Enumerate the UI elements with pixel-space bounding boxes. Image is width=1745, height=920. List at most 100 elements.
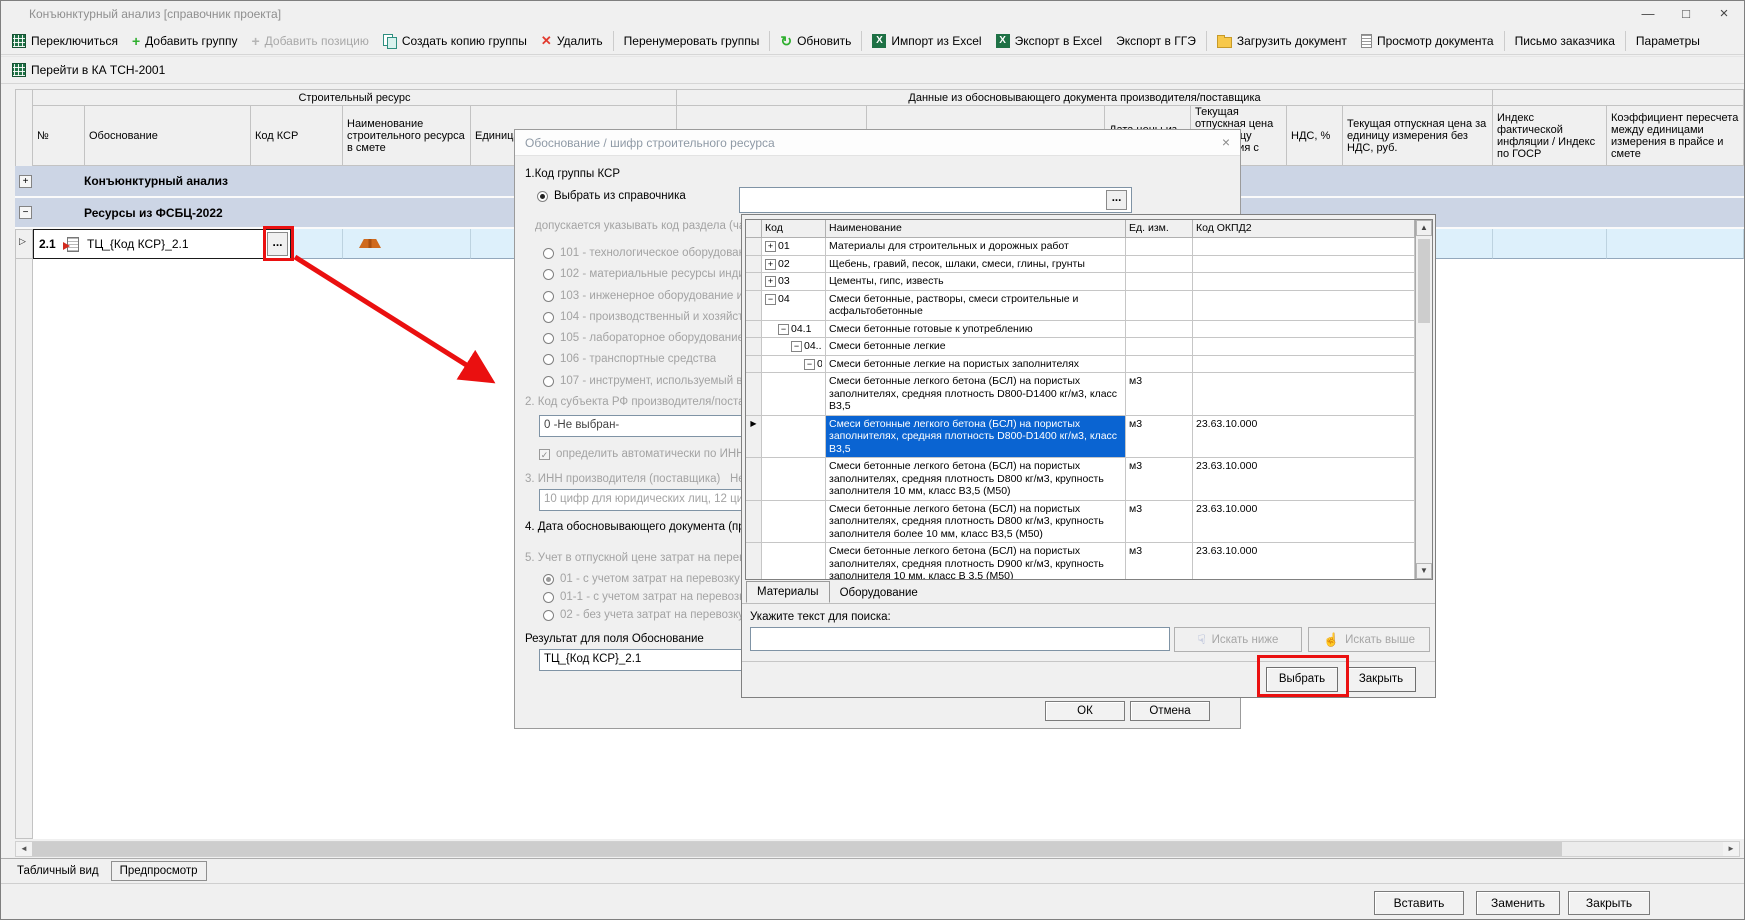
tree-row[interactable]: +01 Материалы для строительных и дорожны… xyxy=(746,238,1415,256)
tree-row[interactable]: Смеси бетонные легкого бетона (БСЛ) на п… xyxy=(746,543,1415,580)
expand-icon[interactable]: + xyxy=(765,259,776,270)
current-row-marker: ▷ xyxy=(19,236,26,247)
tree-row[interactable]: −04.1 Смеси бетонные готовые к употребле… xyxy=(746,321,1415,339)
tree-row[interactable]: −04 Смеси бетонные, растворы, смеси стро… xyxy=(746,291,1415,321)
dialog-close-icon[interactable]: × xyxy=(1222,134,1230,150)
expand-icon[interactable]: + xyxy=(765,276,776,287)
toolbar-export-gge-button[interactable]: Экспорт в ГГЭ xyxy=(1109,31,1203,51)
tree-row[interactable]: Смеси бетонные легкого бетона (БСЛ) на п… xyxy=(746,373,1415,416)
maximize-button[interactable]: □ xyxy=(1668,1,1704,26)
auto-detect-checkbox[interactable]: ✓ определить автоматически по ИНН xyxy=(539,448,744,460)
expand-icon[interactable]: + xyxy=(19,175,32,188)
justification-value[interactable]: ТЦ_{Код КСР}_2.1 xyxy=(87,237,267,251)
scroll-up-icon[interactable]: ▲ xyxy=(1416,220,1432,236)
radio-option-103[interactable]: 103 - инженерное оборудование индиви xyxy=(543,290,755,302)
scrollbar-thumb[interactable] xyxy=(32,842,1562,856)
tree-col-unit[interactable]: Ед. изм. xyxy=(1126,220,1193,238)
cancel-button[interactable]: Отмена xyxy=(1130,701,1210,721)
column-header-justification[interactable]: Обоснование xyxy=(85,106,251,166)
radio-choose-from-catalog[interactable]: Выбрать из справочника xyxy=(537,190,686,202)
scroll-right-icon[interactable]: ► xyxy=(1723,842,1739,856)
column-header-price-without-vat[interactable]: Текущая отпускная цена за единицу измере… xyxy=(1343,106,1493,166)
column-header-conversion-coefficient[interactable]: Коэффициент пересчета между единицами из… xyxy=(1607,106,1744,166)
replace-button[interactable]: Заменить xyxy=(1476,891,1560,915)
search-input[interactable] xyxy=(750,627,1170,651)
toolbar-separator xyxy=(613,31,614,51)
justification-edit-cell[interactable]: 2.1 ТЦ_{Код КСР}_2.1 ... xyxy=(33,229,291,259)
group-header-supplier-document: Данные из обосновывающего документа прои… xyxy=(677,89,1493,106)
toolbar-switch-button[interactable]: Переключиться xyxy=(5,31,125,51)
tree-col-code[interactable]: Код xyxy=(762,220,826,238)
toolbar-load-document-button[interactable]: Загрузить документ xyxy=(1210,31,1354,51)
main-toolbar: Переключиться +Добавить группу +Добавить… xyxy=(1,27,1744,55)
radio-transport-01-1[interactable]: 01-1 - с учетом затрат на перевозку до п xyxy=(543,591,755,603)
search-up-button[interactable]: ☝ Искать выше xyxy=(1308,627,1430,652)
collapse-icon[interactable]: − xyxy=(19,206,32,219)
column-header-num[interactable]: № xyxy=(33,106,85,166)
toolbar-parameters-button[interactable]: Параметры xyxy=(1629,31,1707,51)
radio-transport-01[interactable]: 01 - с учетом затрат на перевозку до пр xyxy=(543,573,755,585)
toolbar-customer-letter-button[interactable]: Письмо заказчика xyxy=(1508,31,1622,51)
tree-row[interactable]: −04... Смеси бетонные легкие xyxy=(746,338,1415,356)
tab-table-view[interactable]: Табличный вид xyxy=(9,862,107,880)
tree-col-name[interactable]: Наименование xyxy=(826,220,1126,238)
radio-option-107[interactable]: 107 - инструмент, используемый в целя xyxy=(543,375,755,387)
folder-upload-icon xyxy=(1217,37,1232,48)
scroll-left-icon[interactable]: ◄ xyxy=(16,842,32,856)
close-catalog-button[interactable]: Закрыть xyxy=(1346,667,1416,692)
collapse-icon[interactable]: − xyxy=(791,341,802,352)
ksr-code-input[interactable]: ... xyxy=(739,187,1132,213)
toolbar-delete-button[interactable]: ✕Удалить xyxy=(534,31,610,51)
column-header-inflation-index[interactable]: Индекс фактической инфляции / Индекс по … xyxy=(1493,106,1607,166)
tab-materials[interactable]: Материалы xyxy=(746,581,830,603)
close-window-button[interactable]: Закрыть xyxy=(1568,891,1650,915)
tab-equipment[interactable]: Оборудование xyxy=(830,583,928,603)
radio-option-106[interactable]: 106 - транспортные средства xyxy=(543,353,716,365)
tree-row[interactable]: +03 Цементы, гипс, известь xyxy=(746,273,1415,291)
bottom-button-bar: Вставить Заменить Закрыть xyxy=(1,883,1744,919)
go-to-ka-tsn-button[interactable]: Перейти в КА ТСН-2001 xyxy=(5,60,172,80)
column-header-resource-name[interactable]: Наименование строительного ресурса в сме… xyxy=(343,106,471,166)
toolbar-view-document-button[interactable]: Просмотр документа xyxy=(1354,31,1501,51)
tree-vertical-scrollbar[interactable]: ▲ ▼ xyxy=(1415,220,1432,579)
column-header-vat[interactable]: НДС, % xyxy=(1287,106,1343,166)
horizontal-scrollbar[interactable]: ◄ ► xyxy=(15,841,1740,857)
tab-preview[interactable]: Предпросмотр xyxy=(111,861,207,881)
toolbar-import-excel-button[interactable]: XИмпорт из Excel xyxy=(865,31,988,51)
radio-option-101[interactable]: 101 - технологическое оборудование xyxy=(543,247,755,259)
toolbar-add-position-button[interactable]: +Добавить позицию xyxy=(244,31,375,51)
plus-disabled-icon: + xyxy=(251,34,259,48)
scroll-down-icon[interactable]: ▼ xyxy=(1416,563,1432,579)
tree-col-okpd[interactable]: Код ОКПД2 xyxy=(1193,220,1415,238)
insert-button[interactable]: Вставить xyxy=(1374,891,1464,915)
select-button[interactable]: Выбрать xyxy=(1266,667,1338,692)
toolbar-renumber-groups-button[interactable]: Перенумеровать группы xyxy=(617,31,767,51)
close-button[interactable]: × xyxy=(1706,1,1742,26)
collapse-icon[interactable]: − xyxy=(765,294,776,305)
collapse-icon[interactable]: − xyxy=(778,324,789,335)
search-down-button[interactable]: ☟ Искать ниже xyxy=(1174,627,1302,652)
expand-icon[interactable]: + xyxy=(765,241,776,252)
tree-row[interactable]: Смеси бетонные легкого бетона (БСЛ) на п… xyxy=(746,458,1415,501)
section1-hint: допускается указывать код раздела (части xyxy=(535,220,751,232)
toolbar-copy-group-button[interactable]: Создать копию группы xyxy=(376,31,534,51)
tree-row-selected[interactable]: ▶ Смеси бетонные легкого бетона (БСЛ) на… xyxy=(746,416,1415,459)
ok-button[interactable]: ОК xyxy=(1045,701,1125,721)
minimize-button[interactable]: — xyxy=(1630,1,1666,26)
radio-icon xyxy=(543,354,554,365)
scrollbar-thumb[interactable] xyxy=(1418,239,1430,323)
justification-browse-button[interactable]: ... xyxy=(267,232,288,256)
tree-row[interactable]: −0 Смеси бетонные легкие на пористых зап… xyxy=(746,356,1415,374)
tree-row[interactable]: Смеси бетонные легкого бетона (БСЛ) на п… xyxy=(746,501,1415,544)
ksr-browse-button[interactable]: ... xyxy=(1106,190,1127,210)
radio-option-105[interactable]: 105 - лабораторное оборудование xyxy=(543,332,744,344)
tree-row[interactable]: +02 Щебень, гравий, песок, шлаки, смеси,… xyxy=(746,256,1415,274)
collapse-icon[interactable]: − xyxy=(804,359,815,370)
radio-transport-02[interactable]: 02 - без учета затрат на перевозку xyxy=(543,609,744,621)
column-header-ksr-code[interactable]: Код КСР xyxy=(251,106,343,166)
toolbar-refresh-button[interactable]: ↻Обновить xyxy=(773,31,858,51)
radio-option-104[interactable]: 104 - производственный и хозяйственн xyxy=(543,311,755,323)
toolbar-add-group-button[interactable]: +Добавить группу xyxy=(125,31,244,51)
radio-option-102[interactable]: 102 - материальные ресурсы индивидуа xyxy=(543,268,755,280)
toolbar-export-excel-button[interactable]: XЭкспорт в Excel xyxy=(989,31,1109,51)
